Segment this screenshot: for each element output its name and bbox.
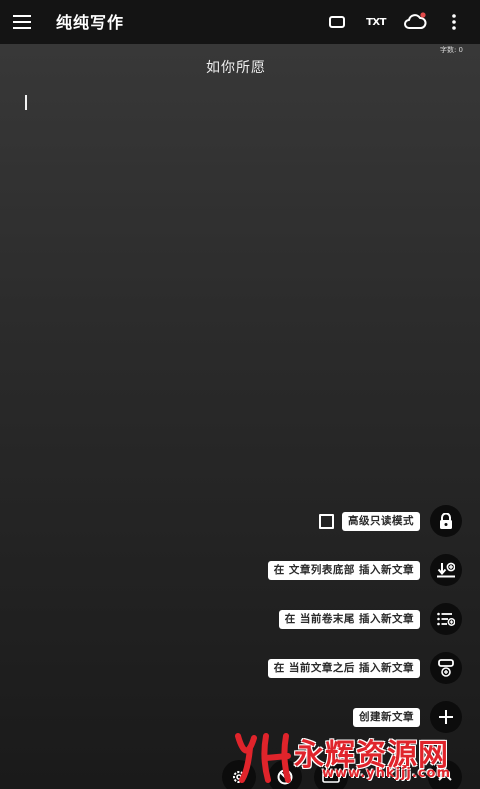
insert-list-bottom-label[interactable]: 在 文章列表底部 插入新文章 bbox=[267, 560, 420, 580]
insert-list-bottom-button[interactable] bbox=[430, 554, 462, 586]
document-title[interactable]: 如你所愿 bbox=[0, 57, 472, 77]
readonly-mode-button[interactable] bbox=[430, 505, 462, 537]
txt-icon: TXT bbox=[366, 16, 386, 28]
text-cursor[interactable] bbox=[25, 95, 27, 110]
window-icon bbox=[329, 16, 345, 28]
insert-after-current-button[interactable] bbox=[430, 652, 462, 684]
top-app-bar: 纯纯写作 TXT bbox=[0, 0, 480, 44]
insert-volume-end-button[interactable] bbox=[430, 603, 462, 635]
insert-volume-end-label[interactable]: 在 当前卷末尾 插入新文章 bbox=[278, 609, 420, 629]
insert-after-icon bbox=[438, 659, 454, 677]
insert-volume-end-row: 在 当前卷末尾 插入新文章 bbox=[278, 603, 462, 635]
insert-list-bottom-row: 在 文章列表底部 插入新文章 bbox=[267, 554, 462, 586]
cloud-sync-button[interactable] bbox=[401, 8, 429, 36]
lock-icon bbox=[440, 513, 452, 529]
word-count: 字数: 0 bbox=[439, 46, 463, 54]
watermark-logo bbox=[235, 733, 291, 783]
more-vert-icon bbox=[452, 14, 456, 30]
cloud-sync-icon bbox=[404, 12, 427, 29]
readonly-checkbox[interactable] bbox=[319, 513, 334, 529]
menu-button[interactable] bbox=[8, 8, 36, 36]
app-title: 纯纯写作 bbox=[56, 13, 125, 32]
export-txt-button[interactable]: TXT bbox=[362, 8, 390, 36]
readonly-mode-label[interactable]: 高级只读模式 bbox=[342, 511, 420, 531]
readonly-mode-row: 高级只读模式 bbox=[319, 505, 462, 537]
create-new-label[interactable]: 创建新文章 bbox=[353, 707, 420, 727]
watermark: 永辉资源网 www.yhkjjj.com bbox=[230, 728, 460, 784]
insert-bottom-icon bbox=[437, 562, 455, 578]
insert-after-current-row: 在 当前文章之后 插入新文章 bbox=[267, 652, 462, 684]
plus-icon bbox=[439, 710, 453, 724]
window-mode-button[interactable] bbox=[323, 8, 351, 36]
menu-icon bbox=[13, 15, 31, 29]
more-options-button[interactable] bbox=[440, 8, 468, 36]
list-add-icon bbox=[437, 612, 455, 626]
insert-after-current-label[interactable]: 在 当前文章之后 插入新文章 bbox=[267, 658, 420, 678]
watermark-url: www.yhkjjj.com bbox=[322, 766, 452, 781]
